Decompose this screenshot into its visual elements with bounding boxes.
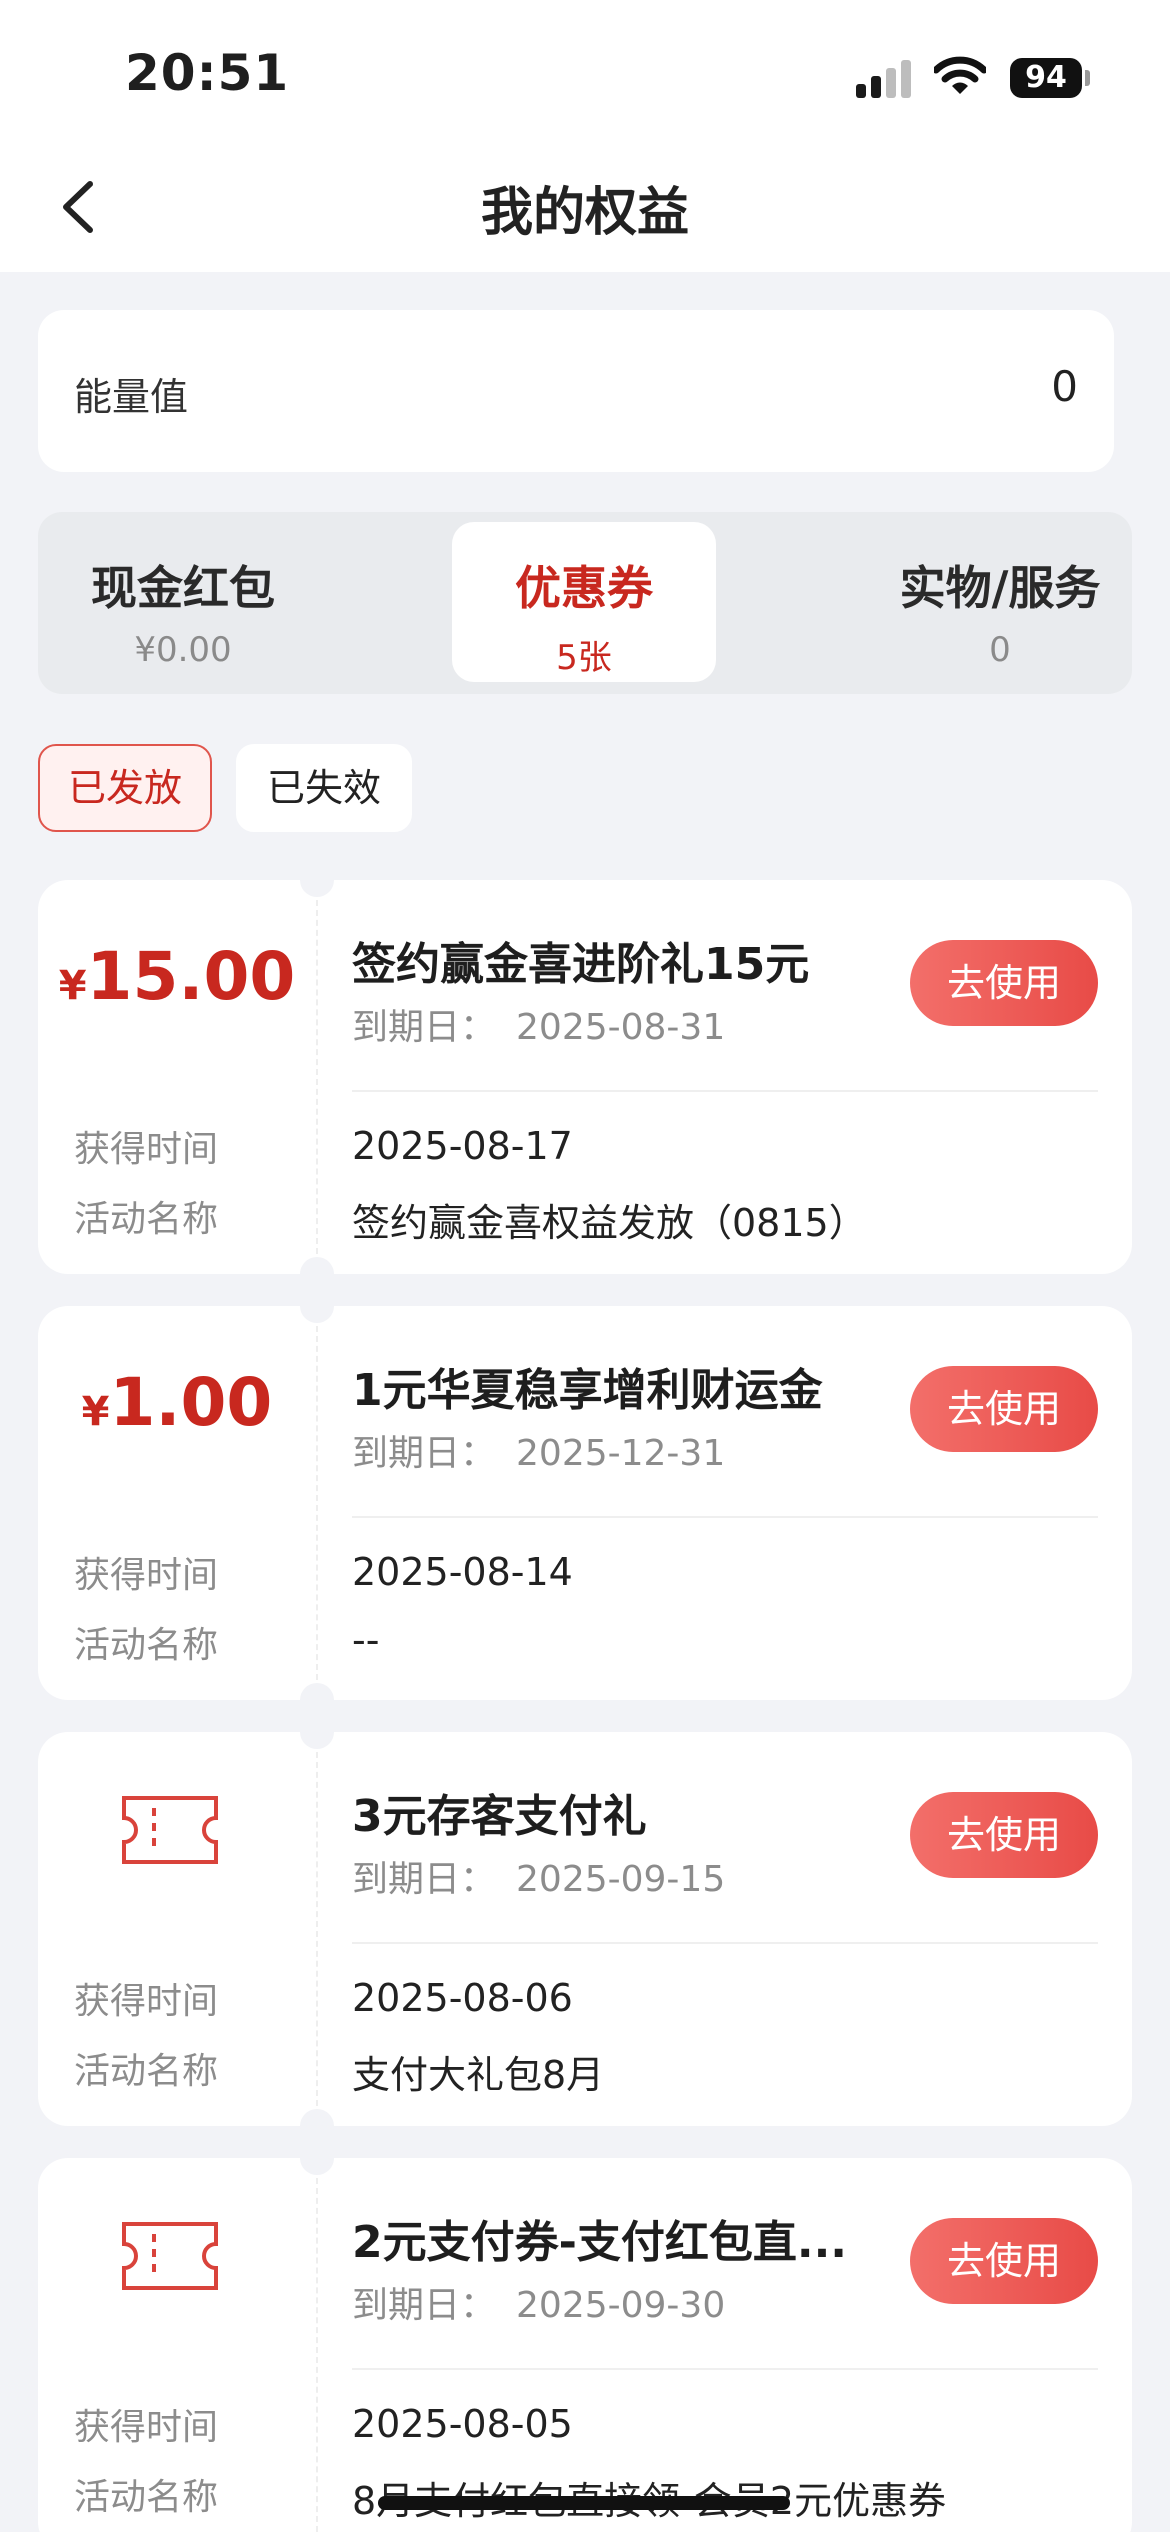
coupon-expire: 到期日： 2025-08-31	[352, 998, 725, 1050]
coupon-card: ¥15.00 签约赢金喜进阶礼15元 到期日： 2025-08-31 去使用 获得…	[38, 863, 1132, 1291]
tab-cash-red-packet[interactable]: 现金红包 ¥0.00	[38, 522, 328, 682]
coupon-amount: ¥15.00	[38, 938, 316, 1015]
notch	[300, 2109, 334, 2143]
tab-sub: 5张	[556, 638, 612, 678]
use-button[interactable]: 去使用	[910, 1792, 1098, 1878]
coupon-title: 3元存客支付礼	[352, 1791, 647, 1842]
activity-name: 支付大礼包8月	[352, 2053, 605, 2097]
header-area: 20:51 94 我的权益	[0, 0, 1170, 272]
activity-label: 活动名称	[74, 2477, 219, 2518]
energy-card: 能量值 0	[38, 310, 1114, 472]
coupon-title: 1元华夏稳享增利财运金	[352, 1365, 823, 1416]
amount-value: 1.00	[109, 1364, 273, 1441]
ticket-icon	[122, 1796, 218, 1864]
tab-sub: ¥0.00	[134, 630, 232, 670]
coupon-card: ¥1.00 1元华夏稳享增利财运金 到期日： 2025-12-31 去使用 获得时…	[38, 1289, 1132, 1717]
obtained-date: 2025-08-14	[352, 1550, 573, 1594]
activity-label: 活动名称	[74, 1199, 219, 1240]
energy-value: 0	[1051, 362, 1078, 411]
coupon-card: 2元支付券-支付红包直... 到期日： 2025-09-30 去使用 获得时间 活…	[38, 2141, 1132, 2532]
perforation	[316, 2178, 318, 2532]
ticket-icon	[122, 2222, 218, 2290]
expire-label: 到期日：	[352, 2285, 497, 2326]
use-button[interactable]: 去使用	[910, 1366, 1098, 1452]
wifi-icon	[934, 56, 986, 94]
notch	[300, 2141, 334, 2175]
obtained-label: 获得时间	[74, 1981, 219, 2022]
currency-symbol: ¥	[58, 963, 87, 1009]
perforation	[316, 900, 318, 1254]
expire-date: 2025-08-31	[516, 1007, 726, 1048]
coupon-title: 2元支付券-支付红包直...	[352, 2217, 848, 2268]
coupon-card: 3元存客支付礼 到期日： 2025-09-15 去使用 获得时间 活动名称 202…	[38, 1715, 1132, 2143]
coupon-expire: 到期日： 2025-09-30	[352, 2276, 725, 2328]
expire-date: 2025-09-15	[516, 1859, 726, 1900]
coupon-expire: 到期日： 2025-09-15	[352, 1850, 725, 1902]
expire-label: 到期日：	[352, 1433, 497, 1474]
activity-label: 活动名称	[74, 1625, 219, 1666]
coupon-title: 签约赢金喜进阶礼15元	[352, 939, 810, 990]
use-button[interactable]: 去使用	[910, 2218, 1098, 2304]
cellular-signal-icon	[856, 60, 914, 98]
activity-name: --	[352, 1618, 380, 1662]
perforation	[316, 1752, 318, 2106]
obtained-date: 2025-08-06	[352, 1976, 573, 2020]
notch	[300, 863, 334, 897]
divider	[352, 1942, 1098, 1944]
expire-label: 到期日：	[352, 1859, 497, 1900]
coupon-amount: ¥1.00	[38, 1364, 316, 1441]
tab-coupons[interactable]: 优惠券 5张	[452, 522, 716, 682]
divider	[352, 1090, 1098, 1092]
activity-name: 签约赢金喜权益发放（0815）	[352, 1201, 867, 1245]
notch	[300, 1683, 334, 1717]
use-button[interactable]: 去使用	[910, 940, 1098, 1026]
tab-sub: 0	[989, 630, 1011, 670]
perforation	[316, 1326, 318, 1680]
tab-goods-services[interactable]: 实物/服务 0	[868, 522, 1132, 682]
battery-icon: 94	[1010, 58, 1082, 98]
page-title: 我的权益	[480, 183, 689, 243]
obtained-label: 获得时间	[74, 2407, 219, 2448]
expire-label: 到期日：	[352, 1007, 497, 1048]
home-indicator[interactable]	[378, 2496, 790, 2510]
obtained-date: 2025-08-17	[352, 1124, 573, 1168]
filter-issued[interactable]: 已发放	[38, 744, 212, 832]
battery-tip	[1085, 70, 1090, 86]
filter-expired[interactable]: 已失效	[236, 744, 412, 832]
obtained-label: 获得时间	[74, 1129, 219, 1170]
tab-title: 现金红包	[91, 561, 275, 615]
notch	[300, 1289, 334, 1323]
expire-date: 2025-12-31	[516, 1433, 726, 1474]
notch	[300, 1257, 334, 1291]
notch	[300, 1715, 334, 1749]
tab-title: 实物/服务	[899, 561, 1101, 615]
category-tabs: 现金红包 ¥0.00 优惠券 5张 实物/服务 0	[38, 512, 1132, 694]
divider	[352, 2368, 1098, 2370]
currency-symbol: ¥	[81, 1389, 110, 1435]
energy-label: 能量值	[74, 375, 189, 419]
page: 20:51 94 我的权益 能量值 0 现金红包 ¥0.00 优惠券 5张 实物…	[0, 0, 1170, 2532]
obtained-date: 2025-08-05	[352, 2402, 573, 2446]
status-time: 20:51	[125, 44, 290, 102]
tab-title: 优惠券	[515, 561, 653, 615]
amount-value: 15.00	[86, 938, 296, 1015]
obtained-label: 获得时间	[74, 1555, 219, 1596]
divider	[352, 1516, 1098, 1518]
expire-date: 2025-09-30	[516, 2285, 726, 2326]
coupon-expire: 到期日： 2025-12-31	[352, 1424, 725, 1476]
activity-label: 活动名称	[74, 2051, 219, 2092]
